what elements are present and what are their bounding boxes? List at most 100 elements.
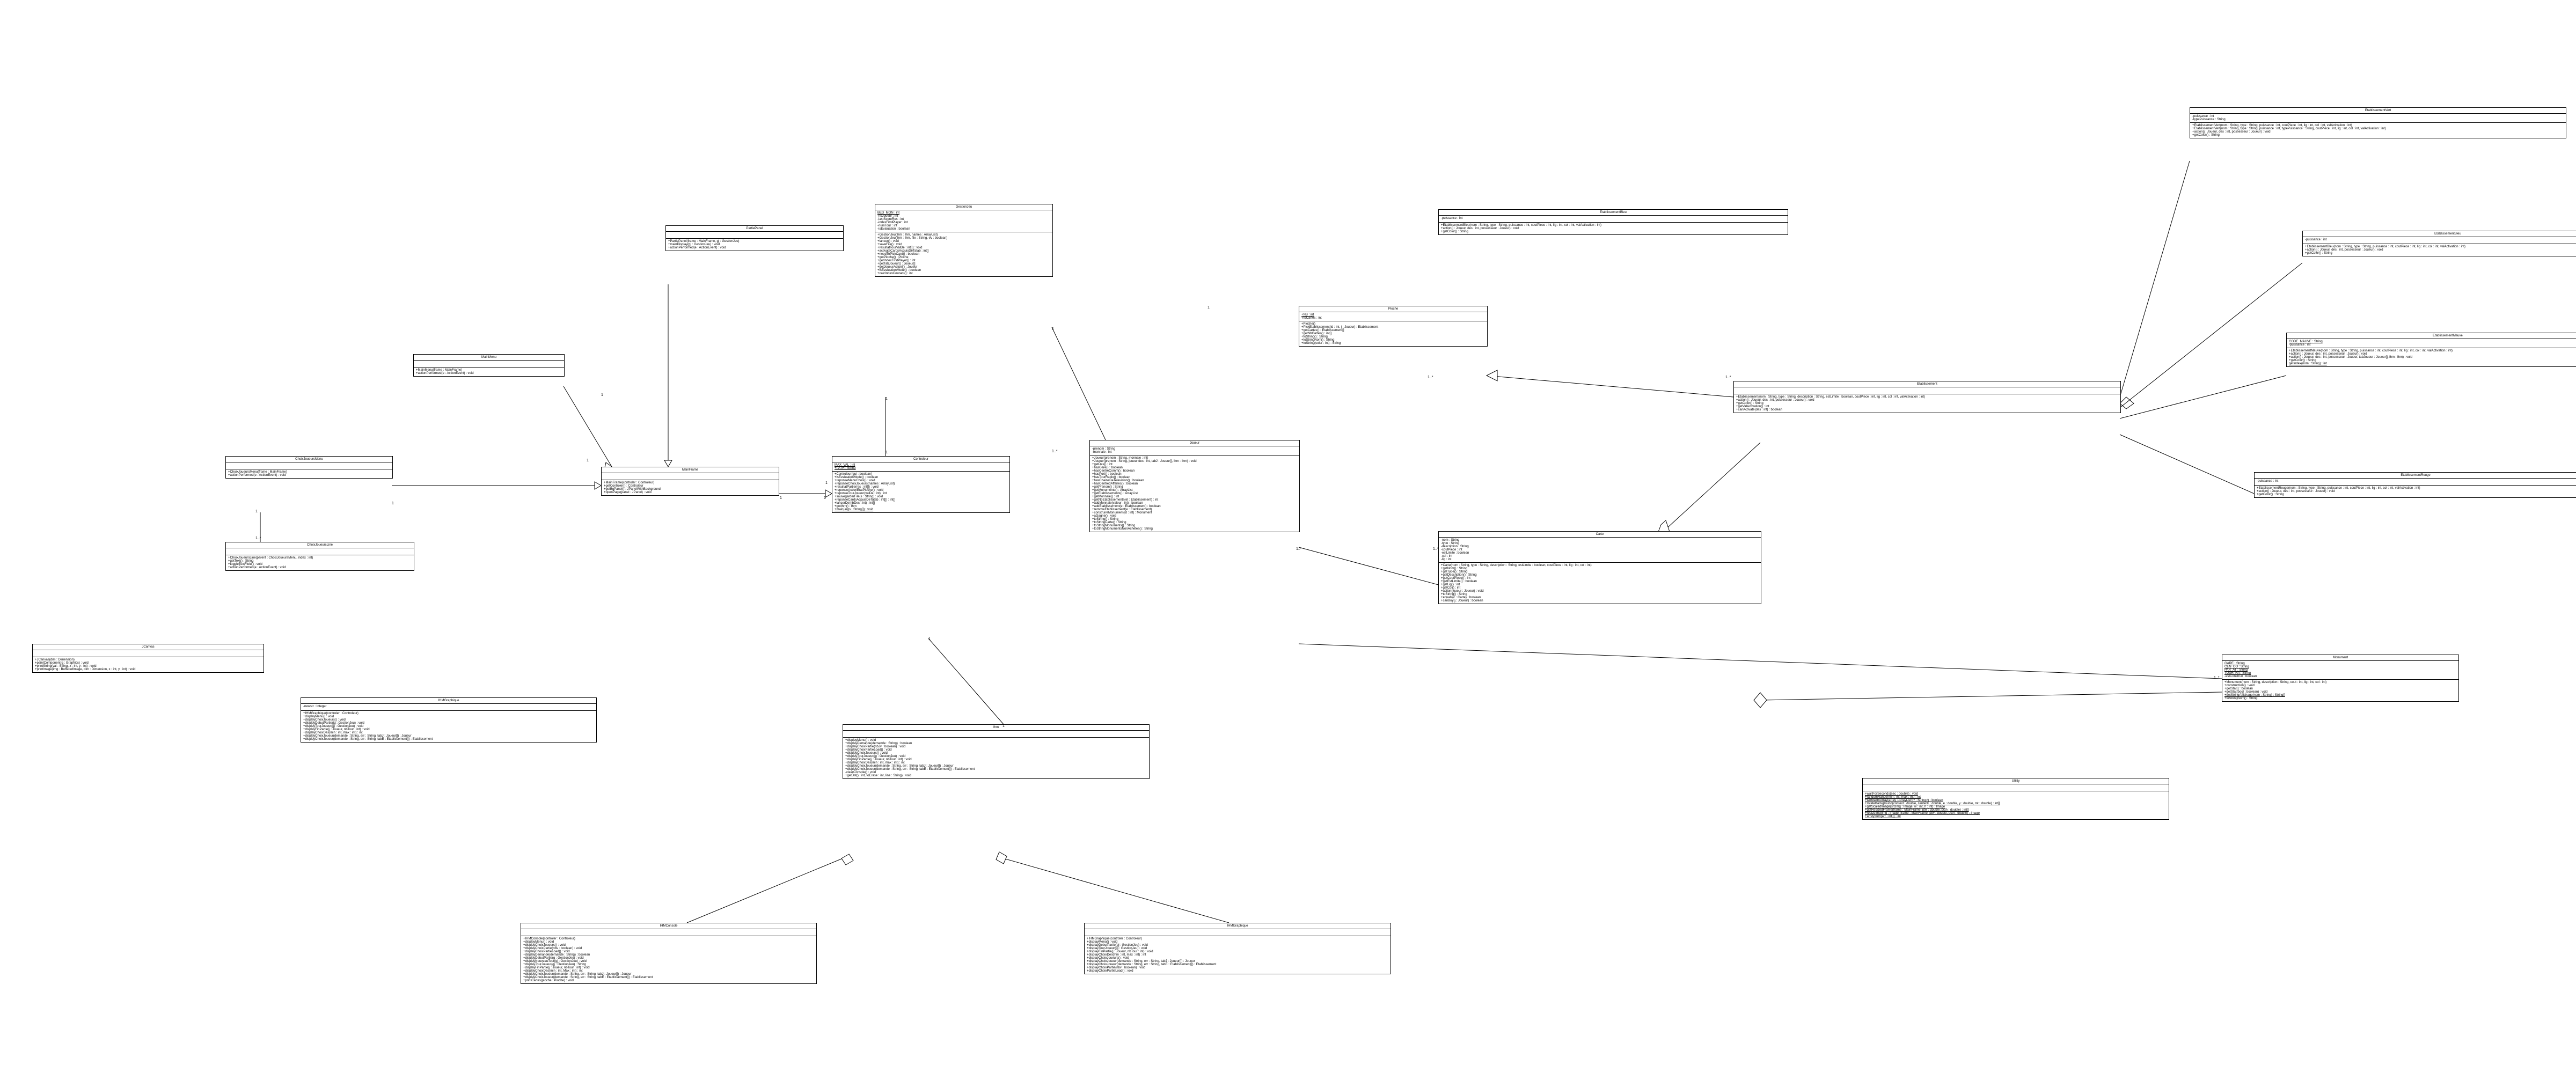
class-title: IHMGraphique [301, 698, 596, 704]
class-ops: +JCanvas(dim : Dimension)+paintComponent… [33, 657, 264, 672]
uml-class-Controleur: ControleurMAX_VAL : int+PATH : String+Co… [832, 456, 1010, 513]
class-op: +canActivate(des : int) : boolean [1736, 408, 2118, 411]
multiplicity-label: 1 [1052, 327, 1054, 331]
multiplicity-label: 1 [587, 459, 589, 462]
class-ops: +ChoixJoueursLine(parent : ChoixJoueursM… [226, 555, 414, 570]
class-op: +actionPerformed(e : ActionEvent) : void [228, 474, 390, 477]
class-attrs: -puissance : int [2303, 237, 2576, 244]
class-attrs [414, 361, 564, 368]
uml-class-EtablissementRouge: EtablissementRouge-puissance : int +Etabl… [2254, 472, 2576, 498]
class-title: EtablissementRouge [2255, 473, 2576, 479]
class-title: IHMGraphique [1085, 923, 1391, 929]
uml-class-MainFrame: MainFrame +MainFrame(controler : Controle… [601, 467, 779, 496]
uml-class-PartiePanel: PartiePanel+PartiePanel(frame : MainFram… [665, 225, 844, 251]
multiplicity-label: 1 [885, 451, 888, 454]
class-op: +printCartes(pioche : Pioche) : void [523, 979, 814, 982]
class-attr: -isEvaluation : boolean [877, 227, 1050, 231]
uml-class-EtablissementVert: EtablissementVert-puissance : int-typePu… [2190, 107, 2566, 138]
class-op: +actionPerformed(e : ActionEvent) : void [416, 372, 562, 375]
class-ops: +waitForSeconds(sec : double) : void+ran… [1863, 791, 2169, 819]
class-op: +toStringMonumentsNonAchetes() : String [1092, 527, 1297, 531]
class-ops: +Pioche()+PickEtablissement(id : int, j … [1299, 321, 1487, 346]
class-attrs: CODE_MAUVE : String-puissance : int [2287, 339, 2576, 348]
class-attrs [226, 548, 414, 555]
uml-class-IHMGraphique2: IHMGraphique +IHMGraphique(controler : Co… [1084, 923, 1391, 974]
class-op: +actionPerformed(e : ActionEvent) : void [228, 566, 412, 569]
class-title: ChoixJoueursLine [226, 542, 414, 548]
uml-class-Carte: Carte-nom : String-type : String-descrip… [1438, 531, 1761, 604]
class-title: EtablissementBleu [1439, 210, 1788, 216]
class-ops: +EtablissementBleu(nom : String, type : … [1439, 223, 1788, 234]
multiplicity-label: 1..* [1428, 376, 1433, 379]
class-attrs: -newstr : Integer [301, 704, 596, 711]
class-title: GestionJeu [875, 204, 1052, 210]
class-attrs [1085, 929, 1391, 936]
class-ops: +displayMenu() : void+displayDemande(dem… [843, 738, 1149, 778]
class-title: Ihm [843, 725, 1149, 731]
class-attrs [33, 650, 264, 657]
class-ops: +IHMGraphique(controler : Controleur)+di… [1085, 936, 1391, 974]
multiplicity-label: 1 [885, 397, 888, 401]
uml-class-Monument: MonumentGARE : StringCEN_CO : StringPAR_… [2222, 655, 2459, 702]
class-title: Carte [1439, 532, 1761, 538]
class-title: MainFrame [602, 467, 779, 473]
multiplicity-label: 1 [1002, 724, 1005, 728]
class-op: +calcIndexCourant() : int [877, 272, 1050, 275]
uml-class-Ihm: Ihm +displayMenu() : void+displayDemande(… [843, 724, 1150, 779]
uml-class-Pioche: Pioche+NB : int-nbCartes : int+Pioche()+… [1299, 306, 1488, 347]
class-title: Controleur [832, 457, 1009, 462]
class-attrs: -puissance : int [1439, 216, 1788, 223]
class-attr: -estConstruit : boolean [2224, 675, 2456, 678]
multiplicity-label: 1..* [255, 536, 261, 540]
class-ops: +EtablissementRouge(nom : String, type :… [2255, 486, 2576, 497]
class-ops: +MainMenu(frame : MainFrame)+actionPerfo… [414, 368, 564, 376]
uml-class-Etablissement: Etablissement+Etablissement(nom : String… [1733, 381, 2121, 413]
class-ops: +EtablissementMauve(nom : String, type :… [2287, 348, 2576, 366]
class-title: EtablissementBleu [2303, 231, 2576, 237]
uml-class-ChoixJoueursLine: ChoixJoueursLine +ChoixJoueursLine(parent… [225, 542, 414, 571]
class-attr: -puissance : int [1441, 217, 1785, 220]
class-ops: +EtablissementVert(nom : String, type : … [2190, 123, 2566, 138]
class-attr: -puissance : int [2289, 343, 2576, 347]
class-attr: -lig : int [1441, 558, 1759, 561]
multiplicity-label: 1 [824, 496, 826, 500]
class-op: +getColor() : String [1441, 230, 1785, 233]
multiplicity-label: 1 [255, 510, 258, 513]
class-attrs: -puissance : int-typePuissance : String [2190, 114, 2566, 123]
class-ops: +GestionJeu(ihm : Ihm, names : ArrayList… [875, 232, 1052, 276]
uml-class-IHMGraphique: IHMGraphique-newstr : Integer+IHMGraphiq… [301, 697, 597, 743]
class-ops: +MainFrame(controler : Controleur)+getCo… [602, 480, 779, 495]
multiplicity-label: 1..* [1725, 376, 1731, 379]
class-op: +getColor() : String [2192, 134, 2564, 137]
class-title: PartiePanel [666, 226, 843, 232]
uml-class-Joueur: Joueur-prenom : String-monnaie : int+Jou… [1089, 440, 1300, 532]
class-title: Monument [2222, 655, 2458, 661]
multiplicity-label: 1 [825, 481, 828, 485]
class-title: MainMenu [414, 355, 564, 361]
uml-class-Utility: Utility+waitForSeconds(sec : double) : v… [1862, 778, 2169, 820]
class-attrs [1863, 784, 2169, 791]
class-attrs [226, 462, 392, 469]
class-attrs [521, 929, 816, 936]
class-op: +getDst() : int, toErase : int, line : S… [845, 774, 1147, 777]
class-attrs [843, 731, 1149, 738]
multiplicity-label: 1..* [1433, 547, 1439, 551]
class-ops: +Controleur(gui : boolean)+isEvaluationM… [832, 472, 1009, 512]
class-attr: +PATH : String [835, 467, 1007, 470]
multiplicity-label: 1 [1208, 306, 1210, 310]
class-op: +getColor() : String [2305, 252, 2576, 255]
uml-class-JCanvas: JCanvas +JCanvas(dim : Dimension)+paintCo… [32, 644, 264, 673]
class-op: +openPage(panel : JPanel) : void [604, 491, 777, 494]
multiplicity-label: 1 [601, 393, 603, 397]
class-attr: -puissance : int [2257, 480, 2574, 483]
uml-class-EtablissementBleu2: EtablissementBleu-puissance : int+Etabli… [2302, 231, 2576, 256]
multiplicity-label: 1 [928, 637, 931, 641]
class-attr: -newstr : Integer [303, 705, 594, 708]
class-attr: -puissance : int [2305, 238, 2576, 241]
class-attrs: GARE : StringCEN_CO : StringPAR_AT : Str… [2222, 661, 2458, 680]
class-ops: +IHMConsole(controler : Controleur)+disp… [521, 936, 816, 983]
class-op: +main(args : String[]) : void [835, 508, 1007, 511]
class-op: +toStringNom() : String [2224, 697, 2456, 700]
class-attrs [602, 473, 779, 480]
class-title: JCanvas [33, 644, 264, 650]
